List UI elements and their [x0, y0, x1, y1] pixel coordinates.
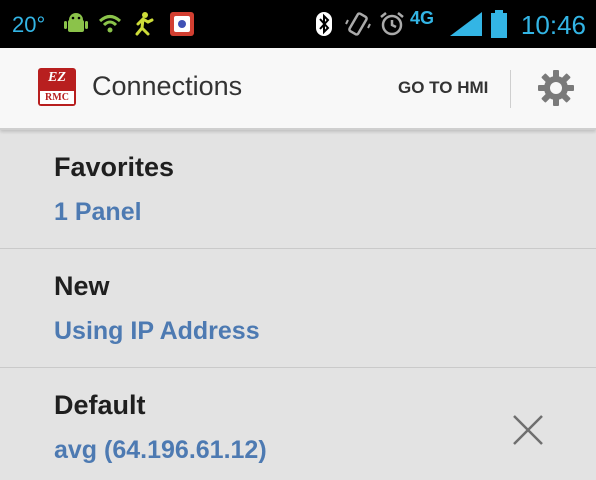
gear-icon[interactable] [534, 66, 578, 110]
temperature-label: 20° [12, 12, 46, 37]
action-bar [0, 48, 596, 130]
activity-icon [135, 12, 154, 36]
item-subtitle: 1 Panel [54, 198, 142, 226]
item-subtitle: Using IP Address [54, 317, 260, 345]
logo-text-bottom: RMC [40, 91, 74, 104]
list-item-favorites[interactable]: Favorites 1 Panel [0, 130, 596, 249]
alarm-icon [380, 12, 404, 36]
item-title: New [54, 271, 110, 301]
status-bar: 20° 4G 10:46 [0, 0, 596, 48]
bluetooth-icon [316, 12, 332, 36]
item-subtitle: avg (64.196.61.12) [54, 436, 267, 464]
app-logo: EZ RMC [38, 68, 76, 106]
list-item-new[interactable]: New Using IP Address [0, 249, 596, 368]
vibrate-icon [345, 12, 371, 36]
go-to-hmi-button[interactable]: GO TO HMI [398, 78, 488, 98]
logo-text-top: EZ [48, 70, 66, 85]
page-title: Connections [92, 71, 243, 101]
battery-icon [491, 10, 507, 38]
network-4g-icon: 4G [410, 8, 435, 28]
clock: 10:46 [520, 10, 586, 40]
signal-icon [450, 12, 482, 36]
app-icon [170, 12, 194, 36]
action-bar-divider [510, 70, 511, 108]
wifi-icon [98, 15, 122, 33]
close-icon[interactable] [506, 408, 550, 452]
android-icon [64, 13, 88, 32]
item-title: Default [54, 390, 146, 420]
item-title: Favorites [54, 152, 175, 182]
